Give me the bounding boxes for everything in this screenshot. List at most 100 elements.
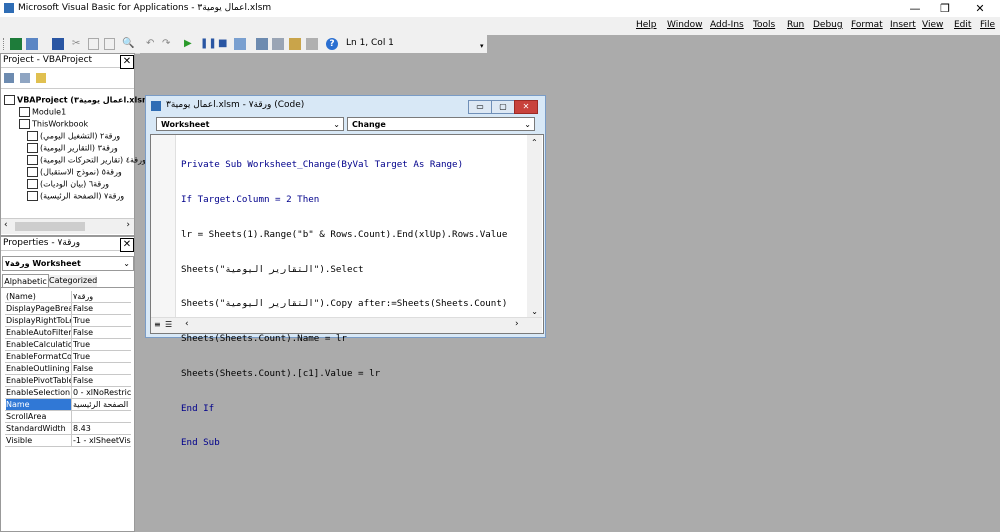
insert-module-icon[interactable] xyxy=(26,38,38,50)
menu-debug[interactable]: Debug xyxy=(813,20,843,30)
help-icon[interactable]: ? xyxy=(326,38,338,50)
property-row[interactable]: (Name) ورقة٧ xyxy=(5,291,131,303)
procedure-combo[interactable]: Change ⌄ xyxy=(347,117,535,131)
code-hscrollbar[interactable]: ≡ ☰ ‹ › xyxy=(151,317,542,333)
code-line[interactable]: Private Sub Worksheet_Change(ByVal Targe… xyxy=(181,159,507,171)
code-line[interactable]: Sheets(Sheets.Count).Name = lr xyxy=(181,333,507,345)
tab-categorized[interactable]: Categorized xyxy=(49,275,97,287)
property-value[interactable]: False xyxy=(73,303,131,314)
property-row[interactable]: EnableOutlining False xyxy=(5,363,131,375)
tree-item-sheet7[interactable]: ورقة٧ (الصفحة الرئيسية) xyxy=(27,191,124,201)
property-value[interactable]: الصفحة الرئيسية xyxy=(73,399,131,410)
design-mode-icon[interactable] xyxy=(234,38,246,50)
run-icon[interactable]: ▶ xyxy=(184,38,196,50)
toolbar-grip[interactable] xyxy=(3,38,6,50)
property-value[interactable]: 8.43 xyxy=(73,423,131,434)
tree-item-sheet5[interactable]: ورقة٥ (نموذج الاستقبال) xyxy=(27,167,122,177)
property-row[interactable]: StandardWidth 8.43 xyxy=(5,423,131,435)
property-row[interactable]: ScrollArea xyxy=(5,411,131,423)
property-row[interactable]: DisplayRightToLeftTrue xyxy=(5,315,131,327)
paste-icon[interactable] xyxy=(104,38,115,50)
property-row[interactable]: EnableFormatConditionsTrue xyxy=(5,351,131,363)
menu-edit[interactable]: Edit xyxy=(954,20,971,30)
full-module-view-icon[interactable]: ☰ xyxy=(165,320,172,329)
code-vscrollbar[interactable]: ⌃ ⌄ xyxy=(527,135,542,317)
property-value[interactable]: False xyxy=(73,375,131,386)
property-row[interactable]: Visible-1 - xlSheetVisible xyxy=(5,435,131,447)
view-object-icon[interactable] xyxy=(20,73,30,83)
find-icon[interactable]: 🔍 xyxy=(122,38,134,50)
restore-button[interactable]: ❐ xyxy=(930,0,960,17)
code-restore-button[interactable]: ▢ xyxy=(491,100,515,114)
object-selector[interactable]: ورقة٧ Worksheet ⌄ xyxy=(2,256,134,271)
project-hscrollbar[interactable]: ‹ › xyxy=(1,218,134,234)
property-value[interactable]: True xyxy=(73,351,131,362)
code-line[interactable]: End Sub xyxy=(181,437,507,449)
close-button[interactable]: ✕ xyxy=(965,0,995,17)
scroll-up-icon[interactable]: ⌃ xyxy=(531,138,538,147)
toolbox-icon[interactable] xyxy=(306,38,318,50)
chevron-down-icon[interactable]: ⌄ xyxy=(524,118,531,132)
code-line[interactable]: If Target.Column = 2 Then xyxy=(181,194,507,206)
property-row[interactable]: EnableSelection0 - xlNoRestrictions xyxy=(5,387,131,399)
menu-tools[interactable]: Tools xyxy=(753,20,775,30)
view-code-icon[interactable] xyxy=(4,73,14,83)
menu-add-ins[interactable]: Add-Ins xyxy=(710,20,744,30)
code-text[interactable]: Private Sub Worksheet_Change(ByVal Targe… xyxy=(181,136,507,472)
property-row[interactable]: Name الصفحة الرئيسية xyxy=(5,399,131,411)
scroll-thumb[interactable] xyxy=(15,222,85,231)
menu-file[interactable]: File xyxy=(980,20,995,30)
undo-icon[interactable]: ↶ xyxy=(146,38,158,50)
property-value[interactable]: True xyxy=(73,339,131,350)
toolbar-options-icon[interactable]: ▾ xyxy=(480,42,484,50)
project-explorer-icon[interactable] xyxy=(256,38,268,50)
project-close-button[interactable]: ✕ xyxy=(120,55,134,69)
tree-item-sheet4[interactable]: ورقة٤ (تقارير التحركات اليومية) xyxy=(27,155,146,165)
tree-item-thisworkbook[interactable]: ThisWorkbook xyxy=(19,119,88,129)
tree-item-sheet3[interactable]: ورقة٣ (التقارير اليومية) xyxy=(27,143,118,153)
object-combo[interactable]: Worksheet ⌄ xyxy=(156,117,344,131)
code-line[interactable]: Sheets("التقارير اليومية").Select xyxy=(181,264,507,276)
tree-item-sheet2[interactable]: ورقة٢ (التشغيل اليومي) xyxy=(27,131,120,141)
reset-icon[interactable]: ■ xyxy=(218,38,230,50)
procedure-view-icon[interactable]: ≡ xyxy=(154,320,161,329)
menu-format[interactable]: Format xyxy=(851,20,883,30)
scroll-left-icon[interactable]: ‹ xyxy=(4,220,8,230)
tree-root[interactable]: VBAProject (اعمال يومية٣.xlsm) xyxy=(4,95,154,105)
cut-icon[interactable]: ✂ xyxy=(72,38,84,50)
save-icon[interactable] xyxy=(52,38,64,50)
property-row[interactable]: EnableCalculation True xyxy=(5,339,131,351)
code-line[interactable]: lr = Sheets(1).Range("b" & Rows.Count).E… xyxy=(181,229,507,241)
scroll-down-icon[interactable]: ⌄ xyxy=(531,307,538,316)
code-close-button[interactable]: ✕ xyxy=(514,100,538,114)
chevron-down-icon[interactable]: ⌄ xyxy=(333,118,340,132)
scroll-right-icon[interactable]: › xyxy=(126,220,130,230)
property-value[interactable]: -1 - xlSheetVisible xyxy=(73,435,131,446)
code-line[interactable]: Sheets("التقارير اليومية").Copy after:=S… xyxy=(181,298,507,310)
property-row[interactable]: EnableAutoFilter False xyxy=(5,327,131,339)
tab-alphabetic[interactable]: Alphabetic xyxy=(2,274,49,288)
property-value[interactable]: 0 - xlNoRestrictions xyxy=(73,387,131,398)
property-value[interactable]: False xyxy=(73,327,131,338)
toggle-folders-icon[interactable] xyxy=(36,73,46,83)
chevron-down-icon[interactable]: ⌄ xyxy=(123,257,130,270)
property-row[interactable]: DisplayPageBreaksFalse xyxy=(5,303,131,315)
scroll-right-icon[interactable]: › xyxy=(515,319,519,329)
property-row[interactable]: EnablePivotTable False xyxy=(5,375,131,387)
break-icon[interactable]: ❚❚ xyxy=(200,38,217,50)
excel-view-icon[interactable] xyxy=(10,38,22,50)
menu-window[interactable]: Window xyxy=(667,20,703,30)
copy-icon[interactable] xyxy=(88,38,99,50)
redo-icon[interactable]: ↷ xyxy=(162,38,174,50)
menu-help[interactable]: Help xyxy=(636,20,657,30)
code-minimize-button[interactable]: ▭ xyxy=(468,100,492,114)
property-value[interactable]: ورقة٧ xyxy=(73,291,131,302)
code-line[interactable]: End If xyxy=(181,403,507,415)
property-value[interactable]: True xyxy=(73,315,131,326)
object-browser-icon[interactable] xyxy=(289,38,301,50)
tree-item-module1[interactable]: Module1 xyxy=(19,107,66,117)
properties-close-button[interactable]: ✕ xyxy=(120,238,134,252)
tree-item-sheet6[interactable]: ورقة٦ (بيان الوديات) xyxy=(27,179,109,189)
code-margin[interactable] xyxy=(151,135,176,317)
code-line[interactable]: Sheets(Sheets.Count).[c1].Value = lr xyxy=(181,368,507,380)
